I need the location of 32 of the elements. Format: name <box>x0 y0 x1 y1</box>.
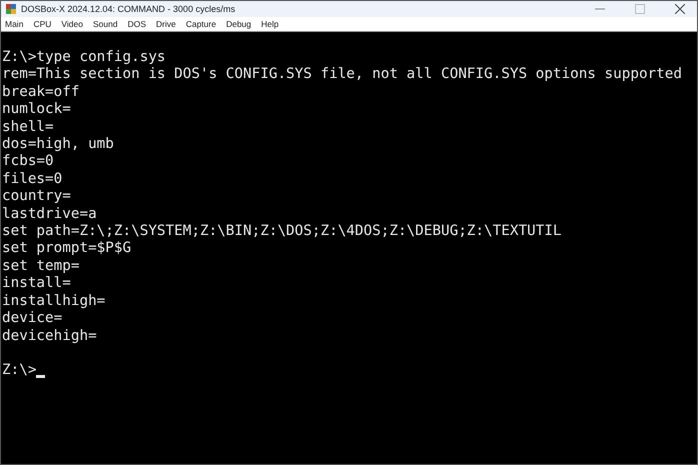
menu-item[interactable]: DOS <box>128 19 146 29</box>
menu-item[interactable]: Drive <box>156 19 176 29</box>
console-line: set prompt=$P$G <box>2 240 132 258</box>
console-prompt: Z:\> <box>2 362 36 380</box>
close-icon[interactable] <box>675 4 685 14</box>
console-line: lastdrive=a <box>2 206 98 224</box>
console-line: devicehigh= <box>2 328 98 345</box>
console-line: files=0 <box>2 170 64 188</box>
menu-item[interactable]: Video <box>61 19 83 29</box>
window-title: DOSBox-X 2024.12.04: COMMAND - 3000 cycles/ms <box>21 4 236 14</box>
console-line: rem=This section is DOS's CONFIG.SYS file, not all CONFIG.SYS options supported <box>2 66 683 84</box>
console-line: device= <box>2 310 64 328</box>
app-icon <box>5 3 17 15</box>
console-line: installhigh= <box>2 292 106 310</box>
console-line: break=off <box>2 84 80 102</box>
console-line: set path=Z:\;Z:\SYSTEM;Z:\BIN;Z:\DOS;Z:\4DOS;Z:\DEBUG;Z:\TEXTUTIL <box>2 223 562 240</box>
console-line: fcbs=0 <box>2 153 55 171</box>
text-cursor <box>36 374 46 378</box>
menu-item[interactable]: Sound <box>92 19 118 29</box>
console-line: set temp= <box>2 258 80 276</box>
menu-item[interactable]: CPU <box>33 19 52 29</box>
console-line: country= <box>2 188 72 206</box>
console-line: dos=high, umb <box>2 136 115 154</box>
maximize-icon[interactable] <box>635 4 645 14</box>
menu-item[interactable]: Help <box>261 19 279 29</box>
console-line: install= <box>2 275 72 293</box>
console-line: shell= <box>2 118 55 136</box>
menu-item[interactable]: Capture <box>186 19 216 29</box>
console-line: numlock= <box>2 101 72 119</box>
menu-item[interactable]: Main <box>5 19 24 29</box>
console-line: Z:\>type config.sys <box>2 49 167 66</box>
menu-item[interactable]: Debug <box>226 19 252 29</box>
